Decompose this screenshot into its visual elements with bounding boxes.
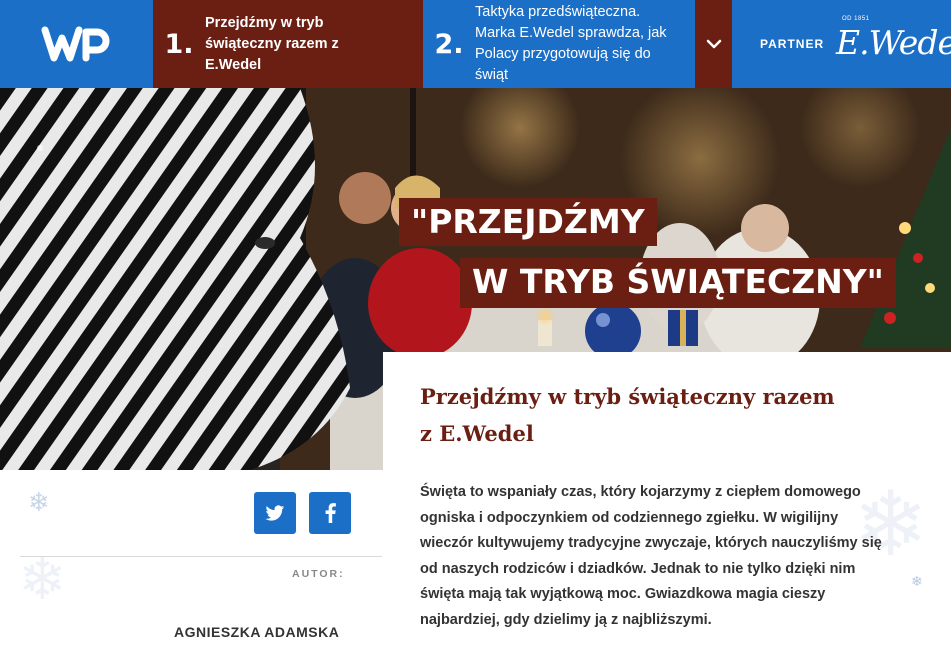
snowflake-icon: ❄ (28, 488, 50, 518)
step-1-title: Przejdźmy w tryb świąteczny razem z E.We… (205, 14, 339, 73)
step-2-number: 2. (434, 28, 464, 60)
article-lead: Święta to wspaniały czas, który kojarzym… (420, 484, 882, 628)
partner-section: PARTNER (760, 0, 824, 88)
steps-dropdown-button[interactable] (695, 0, 732, 88)
article-card: ❄ ❄ Przejdźmy w tryb świąteczny razem z … (383, 352, 951, 652)
article-title: Przejdźmy w tryb świąteczny razem z E.We… (420, 384, 835, 446)
wp-logo[interactable] (0, 0, 153, 88)
step-2-tab[interactable]: 2. Taktyka przedświąteczna. Marka E.Wede… (423, 0, 695, 88)
wp-logo-icon (41, 26, 109, 62)
hero-banner-line-2: W TRYB ŚWIĄTECZNY" (460, 258, 896, 308)
hero-banner-line-1: "PRZEJDŹMY (399, 198, 657, 246)
sidebar-divider (20, 556, 382, 557)
partner-label: PARTNER (760, 37, 825, 51)
chevron-down-icon (706, 39, 721, 49)
facebook-share-button[interactable] (309, 492, 351, 534)
snowflake-icon: ❄ (911, 574, 923, 590)
step-1-number: 1. (164, 28, 194, 60)
step-1-tab[interactable]: 1. Przejdźmy w tryb świąteczny razem z E… (153, 0, 423, 88)
facebook-icon (325, 503, 336, 523)
twitter-icon (265, 504, 285, 521)
author-label: AUTOR: (292, 568, 345, 580)
twitter-share-button[interactable] (254, 492, 296, 534)
partner-logo[interactable]: E.Wedel (836, 20, 951, 66)
author-name[interactable]: AGNIESZKA ADAMSKA (174, 624, 339, 640)
top-navigation-bar: 1. Przejdźmy w tryb świąteczny razem z E… (0, 0, 951, 88)
step-2-title: Taktyka przedświąteczna. Marka E.Wedel s… (475, 4, 667, 83)
